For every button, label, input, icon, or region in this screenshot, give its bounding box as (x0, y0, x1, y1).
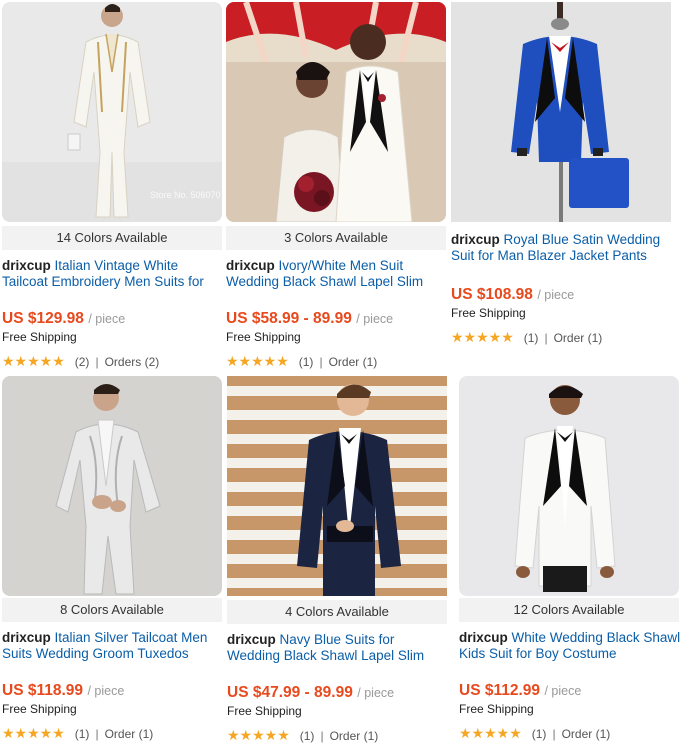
order-count: Order (1) (328, 354, 378, 369)
star-rating-icon: ★★★★★ (226, 353, 289, 369)
separator: | (552, 726, 556, 741)
rating-row: ★★★★★ (1) | Order (1) (451, 329, 602, 346)
star-rating-icon: ★★★★★ (227, 727, 290, 743)
review-count[interactable]: (1) (299, 355, 314, 369)
product-title[interactable]: drixcup Royal Blue Satin Wedding Suit fo… (451, 232, 675, 266)
order-count: Order (1) (104, 726, 154, 741)
separator: | (95, 726, 99, 741)
review-count[interactable]: (1) (524, 331, 539, 345)
rating-row: ★★★★★ (1) | Order (1) (227, 727, 378, 744)
white-tailcoat-photo: Store No. 506070 (2, 2, 222, 222)
price-unit: / piece (356, 312, 394, 326)
order-count: Order (1) (329, 728, 379, 743)
star-rating-icon: ★★★★★ (459, 725, 522, 741)
price-unit: / piece (357, 686, 395, 700)
product-card[interactable]: 12 Colors Available drixcup White Weddin… (459, 376, 681, 746)
price-unit: / piece (87, 684, 125, 698)
shipping-label: Free Shipping (2, 702, 77, 716)
product-title[interactable]: drixcup Ivory/White Men Suit Wedding Bla… (226, 258, 446, 292)
review-count[interactable]: (2) (75, 355, 90, 369)
star-rating-icon: ★★★★★ (2, 725, 65, 741)
star-rating-icon: ★★★★★ (451, 329, 514, 345)
product-title[interactable]: drixcup White Wedding Black Shawl Kids S… (459, 630, 681, 664)
brand-name: drixcup (226, 258, 275, 273)
separator: | (319, 354, 323, 369)
product-image[interactable] (226, 2, 446, 222)
brand-name: drixcup (227, 632, 276, 647)
star-rating-icon: ★★★★★ (2, 353, 65, 369)
price: US $118.99 (2, 682, 84, 699)
review-count[interactable]: (1) (300, 729, 315, 743)
price-line: US $112.99 / piece (459, 682, 581, 700)
shipping-label: Free Shipping (226, 330, 301, 344)
price: US $129.98 (2, 310, 84, 327)
brand-name: drixcup (2, 630, 51, 645)
navy-suit-photo (227, 376, 447, 596)
order-count: Order (1) (561, 726, 611, 741)
product-card[interactable]: 8 Colors Available drixcup Italian Silve… (2, 376, 222, 746)
colors-available: 3 Colors Available (226, 226, 446, 250)
price-line: US $118.99 / piece (2, 682, 124, 700)
royal-blue-suit-photo (451, 2, 671, 222)
product-card[interactable]: 3 Colors Available drixcup Ivory/White M… (226, 2, 446, 372)
colors-available: 8 Colors Available (2, 598, 222, 622)
brand-name: drixcup (451, 232, 500, 247)
review-count[interactable]: (1) (532, 727, 547, 741)
product-image[interactable] (451, 2, 671, 222)
shipping-label: Free Shipping (2, 330, 77, 344)
price-unit: / piece (537, 288, 575, 302)
colors-available: 14 Colors Available (2, 226, 222, 250)
product-card[interactable]: drixcup Royal Blue Satin Wedding Suit fo… (451, 2, 671, 372)
separator: | (320, 728, 324, 743)
colors-available: 12 Colors Available (459, 598, 679, 622)
wedding-couple-photo (226, 2, 446, 222)
rating-row: ★★★★★ (1) | Order (1) (459, 725, 610, 742)
price-line: US $58.99 - 89.99 / piece (226, 310, 393, 328)
price-unit: / piece (544, 684, 582, 698)
separator: | (95, 354, 99, 369)
product-title[interactable]: drixcup Navy Blue Suits for Wedding Blac… (227, 632, 447, 666)
watermark-text: Store No. 506070 (150, 190, 221, 200)
order-count: Order (1) (553, 330, 603, 345)
price: US $47.99 - 89.99 (227, 684, 353, 701)
price-line: US $108.98 / piece (451, 286, 574, 304)
price-unit: / piece (88, 312, 126, 326)
product-image[interactable] (459, 376, 679, 596)
order-count: Orders (2) (104, 354, 160, 369)
product-card[interactable]: Store No. 506070 14 Colors Available dri… (2, 2, 222, 372)
shipping-label: Free Shipping (459, 702, 534, 716)
price: US $58.99 - 89.99 (226, 310, 352, 327)
brand-name: drixcup (2, 258, 51, 273)
price: US $112.99 (459, 682, 541, 699)
silver-tailcoat-photo (2, 376, 222, 596)
product-title[interactable]: drixcup Italian Silver Tailcoat Men Suit… (2, 630, 224, 664)
product-title[interactable]: drixcup Italian Vintage White Tailcoat E… (2, 258, 222, 292)
separator: | (544, 330, 548, 345)
colors-available: 4 Colors Available (227, 600, 447, 624)
review-count[interactable]: (1) (75, 727, 90, 741)
product-image[interactable] (2, 376, 222, 596)
price-line: US $129.98 / piece (2, 310, 125, 328)
product-card[interactable]: 4 Colors Available drixcup Navy Blue Sui… (227, 376, 447, 748)
rating-row: ★★★★★ (1) | Order (1) (2, 725, 153, 742)
price: US $108.98 (451, 286, 533, 303)
rating-row: ★★★★★ (1) | Order (1) (226, 353, 377, 370)
brand-name: drixcup (459, 630, 508, 645)
shipping-label: Free Shipping (227, 704, 302, 718)
product-image[interactable]: Store No. 506070 (2, 2, 222, 222)
kids-white-suit-photo (459, 376, 679, 596)
shipping-label: Free Shipping (451, 306, 526, 320)
rating-row: ★★★★★ (2) | Orders (2) (2, 353, 159, 370)
price-line: US $47.99 - 89.99 / piece (227, 684, 394, 702)
product-image[interactable] (227, 376, 447, 596)
